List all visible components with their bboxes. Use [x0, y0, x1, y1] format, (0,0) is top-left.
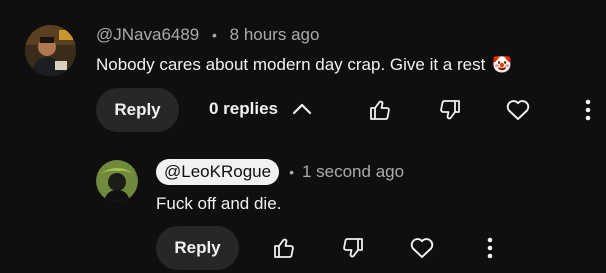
meta-separator: •	[289, 164, 294, 180]
more-options-button[interactable]	[572, 94, 604, 126]
reply-author-chip[interactable]: @LeoKRogue	[156, 159, 280, 185]
commenter-avatar[interactable]	[25, 25, 76, 76]
dislike-icon	[341, 236, 365, 260]
comment-author[interactable]: @JNava6489	[96, 25, 199, 44]
comment-text: Nobody cares about modern day crap. Give…	[96, 55, 486, 74]
dislike-button[interactable]	[434, 94, 466, 126]
like-icon	[272, 236, 296, 260]
more-options-button[interactable]	[474, 232, 506, 264]
heart-icon	[409, 236, 435, 260]
like-icon	[368, 98, 392, 122]
reply-button[interactable]: Reply	[156, 226, 239, 270]
reply-button[interactable]: Reply	[96, 88, 179, 132]
reply-button-label: Reply	[174, 238, 221, 257]
like-button[interactable]	[364, 94, 396, 126]
replier-avatar[interactable]	[96, 160, 138, 202]
replies-count-label: 0 replies	[209, 99, 278, 118]
reply-timestamp[interactable]: 1 second ago	[302, 162, 404, 182]
more-vert-icon	[585, 99, 591, 121]
heart-button[interactable]	[502, 94, 534, 126]
reply-text: Fuck off and die.	[156, 194, 282, 213]
replies-toggle[interactable]: 0 replies	[209, 99, 312, 119]
heart-button[interactable]	[406, 232, 438, 264]
more-vert-icon	[487, 237, 493, 259]
like-button[interactable]	[268, 232, 300, 264]
meta-separator: •	[212, 27, 217, 43]
heart-icon	[505, 98, 531, 122]
chevron-up-icon	[292, 102, 312, 116]
reply-button-label: Reply	[114, 100, 161, 119]
clown-emoji: 🤡	[492, 57, 512, 74]
comment-timestamp[interactable]: 8 hours ago	[230, 25, 320, 44]
dislike-button[interactable]	[337, 232, 369, 264]
dislike-icon	[438, 98, 462, 122]
